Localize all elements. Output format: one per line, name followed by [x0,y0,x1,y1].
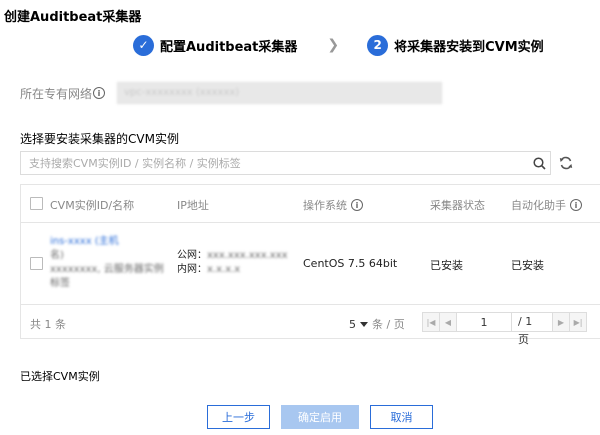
page-title: 创建Auditbeat采集器 [4,10,142,25]
vpc-row: 所在专有网络 i vpc-xxxxxxxx (xxxxxx) [20,82,442,104]
caret-down-icon [360,321,368,327]
search-icon[interactable] [528,152,550,174]
page-size-unit: 条 / 页 [372,318,405,331]
row-checkbox[interactable] [30,257,43,270]
info-icon[interactable]: i [570,199,582,211]
step-1-label: 配置Auditbeat采集器 [160,39,298,55]
step-2-label: 将采集器安装到CVM实例 [394,39,544,55]
os-cell: CentOS 7.5 64bit [303,257,398,270]
info-icon[interactable]: i [93,87,105,99]
header-automation-label: 自动化助手 [511,199,566,212]
header-collector-status: 采集器状态 [430,199,485,212]
stepper: ✓ 配置Auditbeat采集器 ❯ 2 将采集器安装到CVM实例 [133,33,544,57]
select-all-checkbox[interactable] [30,197,43,210]
table-header: CVM实例ID/名称 IP地址 操作系统 i 采集器状态 自动化助手 i [21,185,600,223]
instance-id-link[interactable]: ins-xxxx (主机 [50,235,164,249]
ip-cell: 公网：xxx.xxx.xxx.xxx 内网：x.x.x.x [177,249,288,277]
header-automation: 自动化助手 i [511,197,582,213]
table-footer: 共 1 条 5 条 / 页 |◀ ◀ / 1 页 ▶ ▶| [21,305,600,346]
page-size-value: 5 [349,317,356,331]
refresh-icon[interactable] [558,155,574,171]
prev-step-button[interactable]: 上一步 [207,405,270,429]
header-os-label: 操作系统 [303,199,347,212]
table-row[interactable]: ins-xxxx (主机 名) xxxxxxxx, 云服务器实例 标签 公网：x… [21,223,600,305]
first-page-icon[interactable]: |◀ [422,312,440,332]
step-1-check-icon: ✓ [133,34,154,56]
instance-name-line: 标签 [50,278,70,289]
instance-name-line: 名) [50,250,64,261]
instance-cell: ins-xxxx (主机 名) xxxxxxxx, 云服务器实例 标签 [50,235,164,291]
page-size-select[interactable]: 5 条 / 页 [349,316,405,332]
header-instance: CVM实例ID/名称 [50,199,135,212]
page-number-input[interactable] [456,312,512,332]
prev-page-icon[interactable]: ◀ [439,312,457,332]
instance-name-line: xxxxxxxx, 云服务器实例 [50,264,164,275]
next-page-icon[interactable]: ▶ [552,312,570,332]
vpc-value: vpc-xxxxxxxx (xxxxxx) [117,82,442,104]
public-ip-line: 公网：xxx.xxx.xxx.xxx [177,249,288,263]
instance-section-label: 选择要安装采集器的CVM实例 [20,132,179,146]
total-pages: / 1 页 [511,312,553,346]
selected-instances-label: 已选择CVM实例 [20,370,100,383]
step-2-number: 2 [367,34,389,56]
total-count: 共 1 条 [30,318,66,331]
action-buttons: 上一步 确定启用 取消 [207,405,433,429]
public-ip-value: xxx.xxx.xxx.xxx [207,250,288,261]
public-ip-label: 公网： [177,250,207,261]
vpc-label: 所在专有网络 [20,86,93,101]
search-box [20,151,551,175]
private-ip-label: 内网： [177,264,207,275]
instance-table: CVM实例ID/名称 IP地址 操作系统 i 采集器状态 自动化助手 i ins… [20,184,600,346]
chevron-right-icon: ❯ [327,37,340,53]
confirm-enable-button[interactable]: 确定启用 [281,405,359,429]
automation-cell: 已安装 [511,259,544,272]
info-icon[interactable]: i [351,199,363,211]
cancel-button[interactable]: 取消 [370,405,433,429]
private-ip-value: x.x.x.x [207,264,241,275]
search-input[interactable] [21,152,528,174]
collector-status-cell: 已安装 [430,259,463,272]
last-page-icon[interactable]: ▶| [569,312,587,332]
private-ip-line: 内网：x.x.x.x [177,263,288,277]
pagination: |◀ ◀ / 1 页 ▶ ▶| [422,312,587,346]
header-os: 操作系统 i [303,197,363,213]
header-ip: IP地址 [177,199,209,212]
